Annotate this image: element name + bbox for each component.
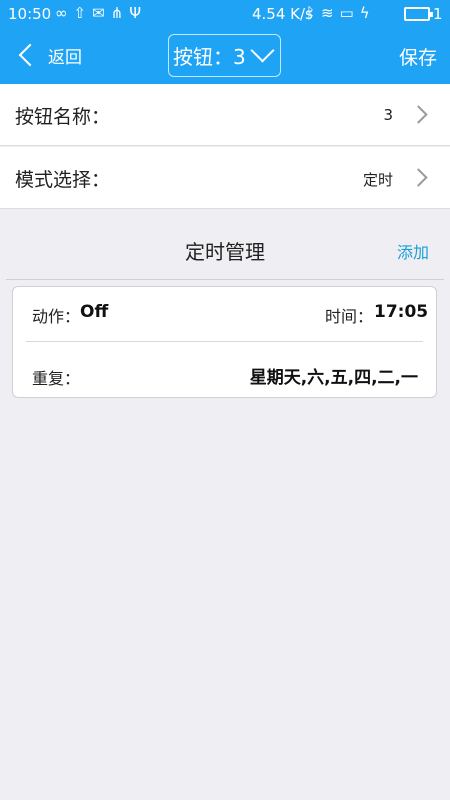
time-value: 17:05 [374, 302, 429, 322]
bluetooth-icon: ᛒ [306, 4, 322, 22]
battery-icon [404, 7, 433, 21]
usb-icon: Ψ [129, 4, 148, 22]
app-header: 10:50 ∞⇧✉⋔Ψ 4.54 K/s ᛒ≋▭ϟ 1 返回 按钮：3 保存 [0, 0, 450, 84]
network-speed: 4.54 K/s [252, 5, 313, 23]
action-label: 动作： [32, 307, 81, 326]
action-value: Off [80, 302, 109, 322]
chevron-down-icon [250, 38, 275, 63]
repeat-value: 星期天,六,五,四,二,一 [249, 368, 418, 388]
back-button[interactable]: 返回 [14, 40, 82, 70]
back-label: 返回 [48, 47, 82, 68]
mode-select-row[interactable]: 模式选择： 定时 [0, 147, 450, 209]
timer-card[interactable]: 动作： Off 时间： 17:05 重复： 星期天,六,五,四,二,一 [12, 286, 437, 398]
mode-select-value: 定时 [362, 171, 393, 189]
mail-icon: ✉ [92, 4, 111, 22]
card-divider [26, 341, 423, 342]
chevron-left-icon [18, 43, 42, 67]
screen-icon: ▭ [339, 4, 360, 22]
chevron-right-icon [409, 105, 428, 124]
section-divider [6, 279, 444, 280]
charging-icon: ϟ [359, 4, 376, 22]
status-right-icons: ᛒ≋▭ϟ [306, 4, 376, 22]
page-title: 按钮：3 [173, 45, 246, 69]
add-timer-button[interactable]: 添加 [397, 239, 429, 263]
battery-level: 1 [433, 5, 443, 23]
repeat-label: 重复： [32, 369, 81, 388]
status-left-icons: ∞⇧✉⋔Ψ [55, 4, 147, 22]
button-selector-dropdown[interactable]: 按钮：3 [168, 34, 281, 77]
chevron-right-icon [409, 168, 428, 187]
button-name-value: 3 [383, 106, 393, 124]
time-label: 时间： [325, 307, 374, 326]
upload-icon: ⇧ [73, 4, 93, 22]
status-time: 10:50 [8, 5, 52, 23]
status-bar: 10:50 ∞⇧✉⋔Ψ 4.54 K/s ᛒ≋▭ϟ 1 [0, 0, 450, 28]
wifi-icon: ≋ [321, 4, 340, 22]
timer-section-title: 定时管理 [185, 240, 265, 264]
save-button[interactable]: 保存 [399, 43, 437, 70]
button-name-label: 按钮名称： [15, 106, 111, 128]
mode-select-label: 模式选择： [15, 169, 111, 191]
infinity-icon: ∞ [55, 4, 74, 22]
button-name-row[interactable]: 按钮名称： 3 [0, 84, 450, 146]
share-icon: ⋔ [110, 4, 130, 22]
